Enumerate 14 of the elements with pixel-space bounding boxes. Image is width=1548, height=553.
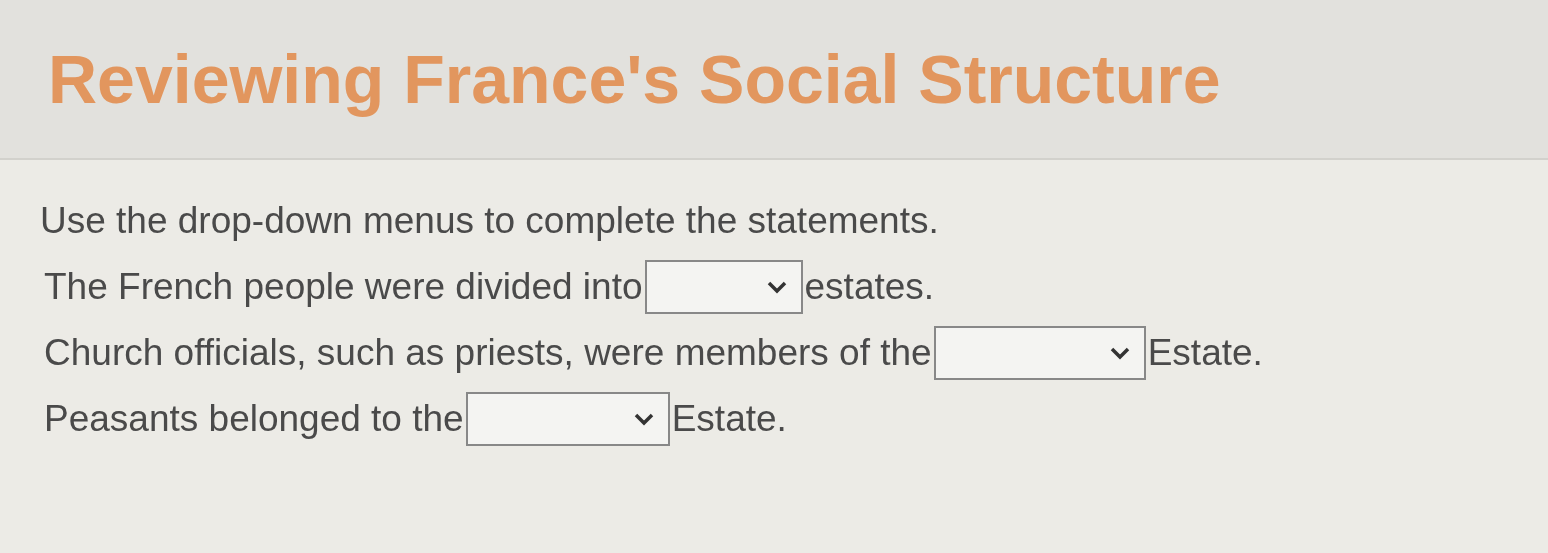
statement-text: Peasants belonged to the	[44, 398, 464, 440]
dropdown[interactable]	[465, 392, 670, 446]
chevron-down-icon	[633, 412, 654, 426]
page-title: Reviewing France's Social Structure	[48, 40, 1221, 118]
statement-text: Estate.	[1147, 332, 1263, 374]
dropdown[interactable]	[644, 260, 803, 314]
chevron-down-icon	[1109, 346, 1130, 360]
statement-text: Church officials, such as priests, were members of the	[44, 332, 932, 374]
statement-text: The French people were divided into	[44, 266, 643, 308]
chevron-down-icon	[766, 280, 787, 294]
instructions-text: Use the drop-down menus to complete the statements.	[40, 200, 940, 242]
statement-text: estates.	[804, 266, 935, 308]
statement-text: Estate.	[671, 398, 787, 440]
dropdown[interactable]	[933, 326, 1146, 380]
